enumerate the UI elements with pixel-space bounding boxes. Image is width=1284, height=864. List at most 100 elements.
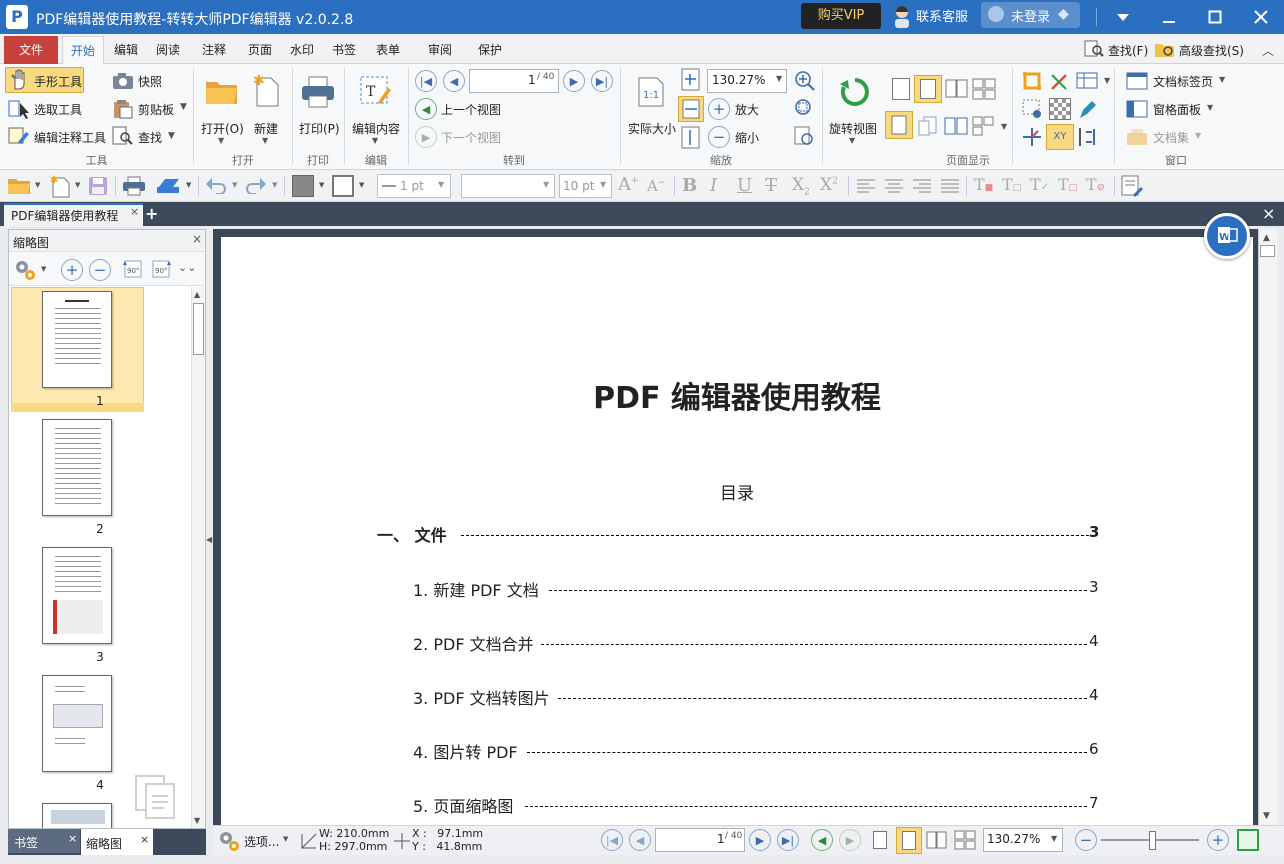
scroll-thumb[interactable] xyxy=(193,303,204,355)
fit-page-icon[interactable] xyxy=(680,68,702,92)
zoom-in-icon[interactable]: + xyxy=(1207,829,1229,851)
shrink-font-icon[interactable]: A− xyxy=(647,177,665,195)
italic-icon[interactable]: I xyxy=(710,175,717,196)
zoom-out-thumbs-icon[interactable]: − xyxy=(89,259,111,281)
subscript-icon[interactable]: X2 xyxy=(792,175,810,197)
thumbnail-page-3[interactable] xyxy=(42,547,112,644)
print-icon[interactable] xyxy=(122,176,146,196)
single-page-icon[interactable] xyxy=(873,831,887,849)
facing-continuous-icon[interactable] xyxy=(972,78,998,100)
scroll-thumb[interactable] xyxy=(1260,245,1275,257)
scroll-down-icon[interactable]: ▼ xyxy=(194,816,200,825)
thumbnail-page-1[interactable] xyxy=(42,291,112,388)
single-page-icon[interactable] xyxy=(892,78,910,100)
toc-entry[interactable]: 5. 页面缩略图 xyxy=(413,793,513,817)
xy-tool-icon[interactable]: XY xyxy=(1046,124,1074,150)
first-page-icon[interactable]: |◀ xyxy=(601,829,623,851)
menu-read[interactable]: 阅读 xyxy=(148,38,188,62)
new-button[interactable]: 新建 xyxy=(254,120,278,137)
text-tool-2-icon[interactable]: T□ xyxy=(1002,175,1021,194)
superscript-icon[interactable]: X2 xyxy=(820,175,838,195)
cross-tool-icon[interactable] xyxy=(1021,126,1043,148)
redo-icon[interactable] xyxy=(245,176,267,194)
magnifier-icon[interactable] xyxy=(794,70,816,92)
pen-icon[interactable] xyxy=(1076,98,1098,120)
loupe-icon[interactable] xyxy=(794,98,816,120)
snapshot-button[interactable]: 快照 xyxy=(138,73,162,90)
close-tab-icon[interactable]: × xyxy=(130,205,139,218)
toc-entry[interactable]: 4. 图片转 PDF xyxy=(413,739,518,763)
split-view-icon[interactable] xyxy=(918,116,938,136)
scanner-icon[interactable] xyxy=(156,177,182,195)
doc-set-button[interactable]: 文档集 xyxy=(1153,129,1189,146)
underline-icon[interactable]: U xyxy=(737,175,752,196)
close-tab-icon[interactable]: × xyxy=(68,832,77,845)
zoom-slider-thumb[interactable] xyxy=(1149,831,1156,850)
cover-view-icon[interactable] xyxy=(944,116,968,136)
thumbnail-page-4[interactable] xyxy=(42,675,112,772)
zoom-out-button[interactable]: 缩小 xyxy=(735,129,759,146)
zoom-in-button[interactable]: 放大 xyxy=(735,101,759,118)
rotate-view-button[interactable]: 旋转视图 xyxy=(829,120,877,137)
align-right-icon[interactable] xyxy=(912,178,932,194)
new-tab-icon[interactable]: + xyxy=(145,204,158,223)
crop-icon[interactable] xyxy=(1021,70,1043,92)
prev-view-button[interactable]: 上一个视图 xyxy=(441,101,501,118)
facing-icon[interactable] xyxy=(926,831,948,849)
grid-view-icon[interactable] xyxy=(972,116,994,136)
toc-entry[interactable]: 一、 文件 xyxy=(377,522,1097,546)
thumbnail-page-2[interactable] xyxy=(42,419,112,516)
collapse-ribbon-icon[interactable] xyxy=(1100,0,1146,34)
new-doc-icon[interactable]: ✱ xyxy=(50,174,72,198)
facing-continuous-icon[interactable] xyxy=(954,830,978,850)
find-menu-button[interactable]: 查找(F) xyxy=(1108,42,1148,59)
convert-to-word-button[interactable]: W xyxy=(1204,213,1250,259)
save-icon[interactable] xyxy=(88,176,108,196)
fit-width-icon[interactable] xyxy=(678,96,704,122)
menu-edit[interactable]: 编辑 xyxy=(106,38,146,62)
more-icon[interactable]: ⌄⌄ xyxy=(178,261,196,274)
align-center-icon[interactable] xyxy=(884,178,904,194)
toc-entry[interactable]: 1. 新建 PDF 文档 xyxy=(413,577,539,601)
ribbon-collapse-icon[interactable]: ︿ xyxy=(1262,42,1274,59)
document-scrollbar[interactable] xyxy=(1258,229,1277,825)
menu-page[interactable]: 页面 xyxy=(240,38,280,62)
support-icon[interactable] xyxy=(892,4,912,28)
pdf-page[interactable]: PDF 编辑器使用教程 目录 一、 文件 3 1. 新建 PDF 文档 3 2.… xyxy=(221,237,1253,827)
scroll-down-icon[interactable]: ▼ xyxy=(1263,811,1270,821)
fullscreen-icon[interactable] xyxy=(1237,829,1259,851)
menu-watermark[interactable]: 水印 xyxy=(282,38,322,62)
bold-icon[interactable]: B xyxy=(682,175,697,196)
prev-view-icon[interactable]: ◀ xyxy=(811,829,833,851)
scroll-up-icon[interactable]: ▲ xyxy=(1263,233,1270,243)
zoom-out-icon[interactable]: − xyxy=(1075,829,1097,851)
edit-annot-tool-button[interactable]: 编辑注释工具 xyxy=(34,129,106,146)
fill-color-icon[interactable] xyxy=(292,175,314,197)
zoom-area-icon[interactable] xyxy=(794,126,816,148)
prev-page-icon[interactable]: ◀ xyxy=(443,70,465,92)
layout-icon[interactable] xyxy=(1076,72,1098,90)
minimize-button[interactable] xyxy=(1146,0,1192,34)
continuous-icon[interactable] xyxy=(914,75,942,103)
align-left-icon[interactable] xyxy=(856,178,876,194)
menu-home[interactable]: 开始 xyxy=(62,36,105,65)
next-view-button[interactable]: 下一个视图 xyxy=(441,129,501,146)
menu-protect[interactable]: 保护 xyxy=(470,38,510,62)
maximize-button[interactable] xyxy=(1192,0,1238,34)
resize-tool-icon[interactable] xyxy=(1078,126,1100,148)
fit-page-view-icon[interactable] xyxy=(885,111,913,139)
form-tool-icon[interactable] xyxy=(1121,175,1145,197)
justify-icon[interactable] xyxy=(940,178,960,194)
undo-icon[interactable] xyxy=(205,176,227,194)
strikethrough-icon[interactable]: T xyxy=(765,175,777,196)
fit-visible-icon[interactable] xyxy=(680,126,702,150)
panes-button[interactable]: 窗格面板 xyxy=(1153,101,1201,118)
print-button[interactable]: 打印(P) xyxy=(299,120,340,137)
close-button[interactable] xyxy=(1238,0,1284,34)
thumbnail-scrollbar[interactable] xyxy=(191,287,205,828)
clipboard-button[interactable]: 剪贴板 xyxy=(138,101,174,118)
text-tool-3-icon[interactable]: T✓ xyxy=(1030,175,1049,194)
open-folder-icon[interactable] xyxy=(7,176,33,196)
toc-entry[interactable]: 3. PDF 文档转图片 xyxy=(413,685,550,709)
gear-icon[interactable] xyxy=(13,258,37,282)
